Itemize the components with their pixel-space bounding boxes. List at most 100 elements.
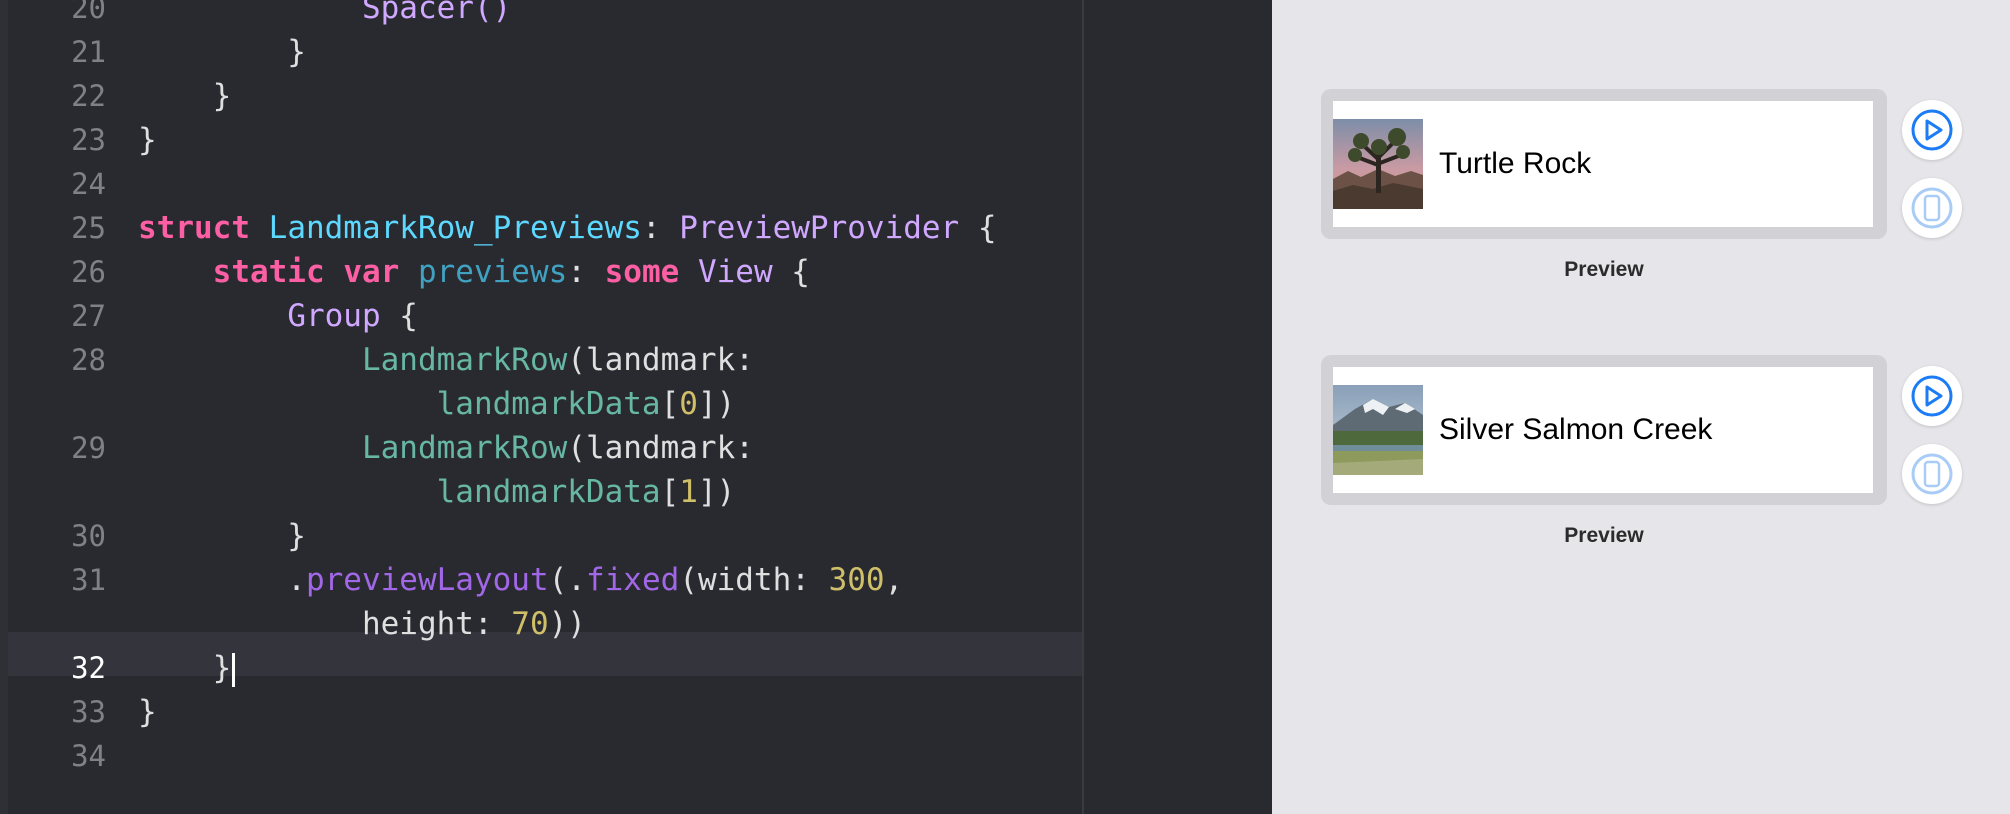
code-line[interactable]: Spacer() bbox=[138, 0, 511, 30]
code-line[interactable]: LandmarkRow(landmark: bbox=[138, 426, 754, 470]
line-number: 22 bbox=[71, 79, 106, 113]
code-token: LandmarkRow bbox=[361, 342, 568, 378]
code-token: } bbox=[138, 694, 157, 730]
line-number: 26 bbox=[71, 255, 106, 289]
code-token: previewLayout bbox=[305, 562, 549, 598]
landmark-image-turtle-rock bbox=[1333, 119, 1423, 209]
code-token: { bbox=[959, 210, 997, 246]
code-token: landmarkData bbox=[436, 386, 661, 422]
code-line[interactable]: height: 70)) bbox=[138, 602, 586, 646]
code-line[interactable]: } bbox=[138, 646, 236, 690]
code-line[interactable]: landmarkData[1]) bbox=[138, 470, 736, 514]
editor-left-edge bbox=[0, 0, 8, 814]
code-token: PreviewProvider bbox=[679, 210, 960, 246]
line-number: 23 bbox=[71, 123, 106, 157]
code-token: Spacer() bbox=[361, 0, 512, 26]
text-cursor bbox=[232, 652, 236, 687]
line-number: 20 bbox=[71, 0, 106, 25]
code-line[interactable]: } bbox=[138, 74, 232, 118]
code-token: var bbox=[343, 254, 400, 290]
preview-frame-1[interactable]: Turtle Rock bbox=[1321, 89, 1887, 239]
live-preview-button[interactable] bbox=[1902, 100, 1962, 160]
play-circle-icon bbox=[1911, 109, 1953, 151]
code-line[interactable]: Group { bbox=[138, 294, 418, 338]
preview-frame-2[interactable]: Silver Salmon Creek bbox=[1321, 355, 1887, 505]
line-number: 25 bbox=[71, 211, 106, 245]
play-circle-icon bbox=[1911, 375, 1953, 417]
code-token: [ bbox=[660, 474, 680, 510]
code-token: static bbox=[212, 254, 325, 290]
code-token: : bbox=[567, 254, 605, 290]
landmark-row-preview: Turtle Rock bbox=[1333, 101, 1873, 227]
device-icon bbox=[1911, 453, 1953, 495]
code-token: (width: bbox=[679, 562, 829, 598]
code-token: ]) bbox=[697, 474, 736, 510]
code-token: : bbox=[641, 210, 680, 246]
code-token: fixed bbox=[585, 562, 680, 598]
line-number: 21 bbox=[71, 35, 106, 69]
code-token: } bbox=[138, 34, 306, 70]
code-line[interactable]: } bbox=[138, 514, 306, 558]
code-token: { bbox=[772, 254, 810, 290]
code-token: previews bbox=[417, 254, 568, 290]
preview-caption: Preview bbox=[1564, 524, 1644, 547]
code-token: View bbox=[697, 254, 773, 290]
code-token: 1 bbox=[679, 474, 698, 510]
code-token: } bbox=[138, 518, 306, 554]
code-token: 300 bbox=[828, 562, 885, 598]
code-token: (landmark: bbox=[567, 342, 754, 378]
code-line[interactable]: .previewLayout(.fixed(width: 300, bbox=[138, 558, 903, 602]
code-line[interactable]: struct LandmarkRow_Previews: PreviewProv… bbox=[138, 206, 997, 250]
line-number: 30 bbox=[71, 519, 106, 553]
code-token: } bbox=[138, 78, 232, 114]
code-line[interactable]: LandmarkRow(landmark: bbox=[138, 338, 754, 382]
code-line[interactable]: landmarkData[0]) bbox=[138, 382, 736, 426]
line-number: 29 bbox=[71, 431, 106, 465]
landmark-name: Silver Salmon Creek bbox=[1439, 413, 1713, 446]
code-token: )) bbox=[548, 606, 586, 642]
code-token: 70 bbox=[511, 606, 549, 642]
code-token: 0 bbox=[679, 386, 698, 422]
line-number: 27 bbox=[71, 299, 106, 333]
line-number: 32 bbox=[71, 651, 106, 685]
code-token: LandmarkRow bbox=[361, 430, 568, 466]
preview-caption: Preview bbox=[1564, 258, 1644, 281]
code-token: (. bbox=[548, 562, 586, 598]
landmark-name: Turtle Rock bbox=[1439, 147, 1592, 180]
device-icon bbox=[1911, 187, 1953, 229]
live-preview-button[interactable] bbox=[1902, 366, 1962, 426]
code-line[interactable]: } bbox=[138, 30, 306, 74]
code-token: some bbox=[604, 254, 680, 290]
code-line[interactable]: static var previews: some View { bbox=[138, 250, 810, 294]
landmark-row-preview: Silver Salmon Creek bbox=[1333, 367, 1873, 493]
code-token: landmarkData bbox=[436, 474, 661, 510]
code-line[interactable]: } bbox=[138, 118, 157, 162]
code-token: ]) bbox=[697, 386, 736, 422]
code-token: LandmarkRow_Previews bbox=[268, 210, 642, 246]
line-number: 34 bbox=[71, 739, 106, 773]
preview-on-device-button[interactable] bbox=[1902, 178, 1962, 238]
code-token: { bbox=[380, 298, 418, 334]
editor-canvas-gutter bbox=[1084, 0, 1272, 814]
code-token: } bbox=[138, 122, 157, 158]
code-editor[interactable]: 20 Spacer() 21 } 22 } 23} 24 25 struct Landmar… bbox=[0, 0, 1084, 814]
preview-canvas[interactable]: Turtle Rock Preview Silver Salmon Creek … bbox=[1272, 0, 2010, 814]
code-token: height: bbox=[138, 606, 512, 642]
line-number: 24 bbox=[71, 167, 106, 201]
code-token: [ bbox=[660, 386, 680, 422]
code-token: struct bbox=[138, 210, 250, 246]
code-line[interactable]: } bbox=[138, 690, 157, 734]
line-number: 28 bbox=[71, 343, 106, 377]
code-token: , bbox=[884, 562, 904, 598]
code-token: . bbox=[138, 562, 306, 598]
preview-on-device-button[interactable] bbox=[1902, 444, 1962, 504]
